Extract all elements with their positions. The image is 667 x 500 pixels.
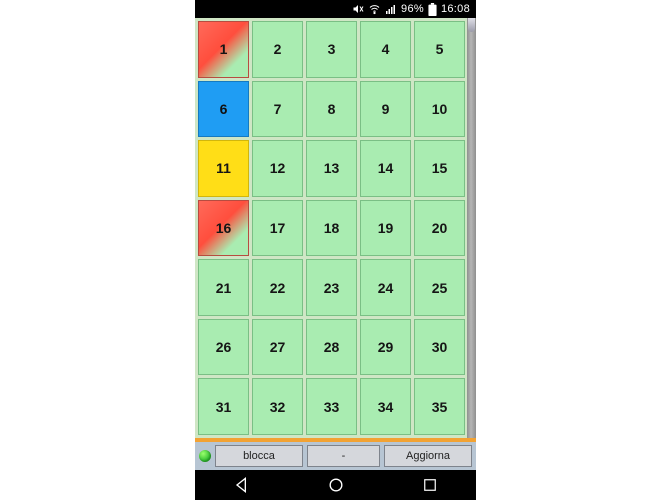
android-nav-bar [195, 470, 476, 500]
grid-cell[interactable]: 10 [414, 81, 465, 138]
grid-cell[interactable]: 11 [198, 140, 249, 197]
grid-cell[interactable]: 25 [414, 259, 465, 316]
grid-cell[interactable]: 30 [414, 319, 465, 376]
grid-cell[interactable]: 34 [360, 378, 411, 435]
grid-cell[interactable]: 9 [360, 81, 411, 138]
grid-cell[interactable]: 1 [198, 21, 249, 78]
grid-cell[interactable]: 24 [360, 259, 411, 316]
grid-cell[interactable]: 18 [306, 200, 357, 257]
grid-cell[interactable]: 22 [252, 259, 303, 316]
grid-cell[interactable]: 12 [252, 140, 303, 197]
grid-cell[interactable]: 13 [306, 140, 357, 197]
mute-icon [352, 3, 364, 15]
grid-cell[interactable]: 6 [198, 81, 249, 138]
grid-cell[interactable]: 32 [252, 378, 303, 435]
lock-button[interactable]: blocca [215, 445, 303, 467]
status-bar: 96% 16:08 [195, 0, 476, 18]
nav-recent-button[interactable] [421, 476, 439, 494]
grid-cell[interactable]: 17 [252, 200, 303, 257]
scrollbar-track[interactable] [467, 18, 476, 438]
nav-home-button[interactable] [326, 475, 346, 495]
grid-cell[interactable]: 8 [306, 81, 357, 138]
battery-icon [428, 3, 437, 16]
wifi-icon [368, 3, 381, 15]
connection-status-dot [199, 450, 211, 462]
grid-cell[interactable]: 7 [252, 81, 303, 138]
grid-cell[interactable]: 35 [414, 378, 465, 435]
grid-cell[interactable]: 26 [198, 319, 249, 376]
grid-cell[interactable]: 20 [414, 200, 465, 257]
grid-cell[interactable]: 3 [306, 21, 357, 78]
grid-cell[interactable]: 23 [306, 259, 357, 316]
grid-cell[interactable]: 21 [198, 259, 249, 316]
grid-cell[interactable]: 28 [306, 319, 357, 376]
grid-cell[interactable]: 5 [414, 21, 465, 78]
number-grid: 1234567891011121314151617181920212223242… [195, 18, 467, 438]
scrollbar-thumb[interactable] [468, 18, 475, 32]
grid-cell[interactable]: 31 [198, 378, 249, 435]
grid-cell[interactable]: 16 [198, 200, 249, 257]
nav-back-button[interactable] [232, 475, 252, 495]
grid-cell[interactable]: 4 [360, 21, 411, 78]
app-content: 1234567891011121314151617181920212223242… [195, 18, 476, 470]
grid-cell[interactable]: 33 [306, 378, 357, 435]
refresh-button[interactable]: Aggiorna [384, 445, 472, 467]
signal-icon [385, 3, 397, 15]
grid-cell[interactable]: 19 [360, 200, 411, 257]
grid-cell[interactable]: 2 [252, 21, 303, 78]
middle-button[interactable]: - [307, 445, 380, 467]
grid-cell[interactable]: 15 [414, 140, 465, 197]
bottom-toolbar: blocca - Aggiorna [195, 442, 476, 470]
phone-frame: 96% 16:08 123456789101112131415161718192… [195, 0, 476, 500]
clock: 16:08 [441, 3, 470, 15]
grid-cell[interactable]: 29 [360, 319, 411, 376]
grid-cell[interactable]: 14 [360, 140, 411, 197]
grid-cell[interactable]: 27 [252, 319, 303, 376]
battery-percent: 96% [401, 3, 424, 15]
